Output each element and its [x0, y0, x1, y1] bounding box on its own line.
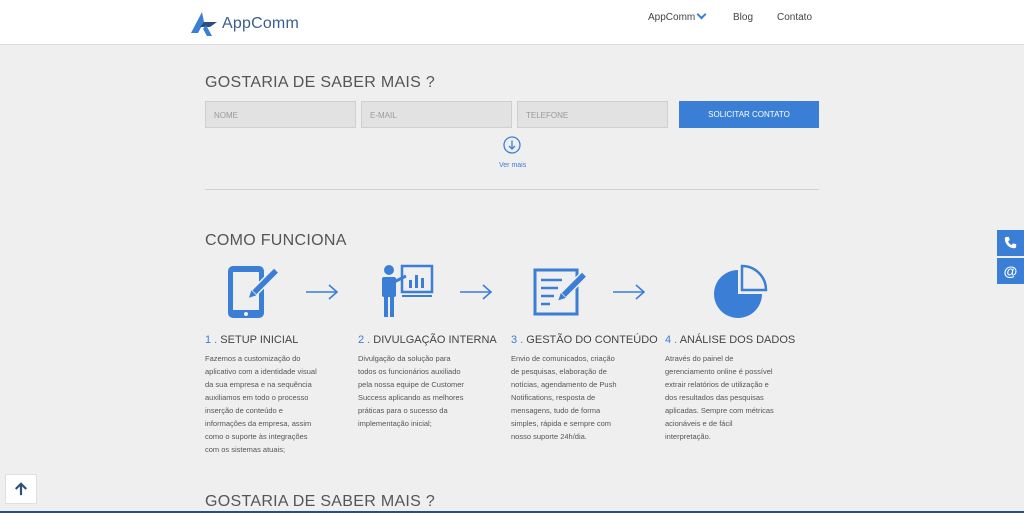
pie-chart-icon: [714, 264, 768, 318]
document-edit-icon: [533, 268, 589, 316]
section-divider: [205, 189, 819, 190]
arrow-down-circle-icon[interactable]: [503, 136, 521, 154]
name-field[interactable]: NOME: [205, 101, 356, 128]
appcomm-logo-icon: [191, 12, 217, 36]
arrow-right-icon: [460, 284, 493, 300]
step-4-label: ANÁLISE DOS DADOS: [679, 334, 796, 346]
logo[interactable]: AppComm: [190, 11, 299, 37]
step-1-number: 1 .: [205, 334, 218, 346]
nav-item-contato[interactable]: Contato: [777, 12, 812, 23]
email-field[interactable]: E-MAIL: [361, 101, 512, 128]
step-1-title: 1 . SETUP INICIAL: [205, 334, 298, 346]
arrow-up-icon: [14, 482, 28, 496]
step-4-title: 4 . ANÁLISE DOS DADOS: [665, 334, 795, 346]
step-2-number: 2 .: [358, 334, 371, 346]
contact-section-title-bottom: GOSTARIA DE SABER MAIS ?: [205, 493, 436, 510]
step-2-label: DIVULGAÇÃO INTERNA: [373, 334, 497, 346]
step-1-label: SETUP INICIAL: [220, 334, 299, 346]
nav-item-appcomm[interactable]: AppComm: [648, 9, 707, 23]
request-contact-button[interactable]: SOLICITAR CONTATO: [679, 101, 819, 128]
email-contact-button[interactable]: @: [997, 258, 1024, 284]
top-navbar: AppComm AppComm Blog Contato: [0, 0, 1024, 45]
nav-item-blog[interactable]: Blog: [733, 12, 753, 23]
contact-section-title: GOSTARIA DE SABER MAIS ?: [205, 74, 436, 91]
phone-field[interactable]: TELEFONE: [517, 101, 668, 128]
arrow-right-icon: [613, 284, 646, 300]
step-2-title: 2 . DIVULGAÇÃO INTERNA: [358, 334, 497, 346]
phone-contact-button[interactable]: [997, 230, 1024, 256]
how-it-works-title: COMO FUNCIONA: [205, 232, 347, 249]
step-3-label: GESTÃO DO CONTEÚDO: [526, 334, 658, 346]
see-more-link[interactable]: Ver mais: [499, 162, 526, 169]
step-3-description: Envio de comunicados, criação de pesquis…: [511, 354, 617, 441]
logo-text: AppComm: [222, 15, 299, 32]
step-3-number: 3 .: [511, 334, 524, 346]
step-2-description: Divulgação da solução para todos os func…: [358, 354, 464, 428]
tablet-edit-icon: [228, 266, 281, 318]
arrow-right-icon: [306, 284, 339, 300]
step-4-number: 4 .: [665, 334, 678, 346]
presenter-board-icon: [382, 264, 434, 317]
scroll-to-top-button[interactable]: [5, 474, 37, 504]
step-4-description: Através do painel de gerenciamento onlin…: [665, 354, 774, 441]
phone-icon: [1004, 236, 1017, 249]
step-3-title: 3 . GESTÃO DO CONTEÚDO: [511, 334, 658, 346]
nav-item-appcomm-label: AppComm: [648, 12, 696, 23]
step-1-description: Fazemos a customização do aplicativo com…: [205, 354, 317, 454]
chevron-down-icon: [696, 9, 707, 20]
